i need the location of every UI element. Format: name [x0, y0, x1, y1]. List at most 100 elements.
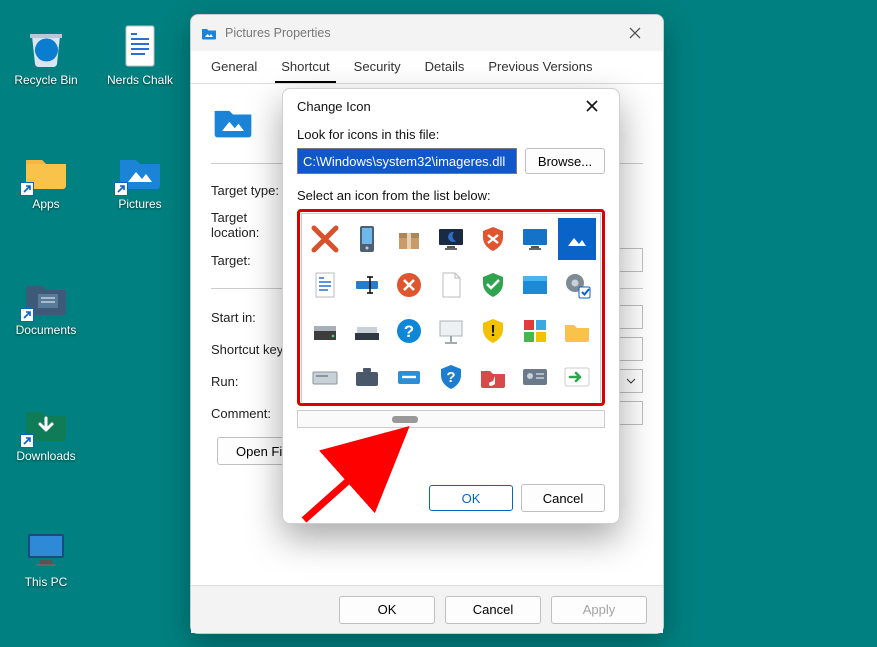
icon-option[interactable]	[390, 218, 428, 260]
monitor-moon-icon	[436, 224, 466, 254]
icon-option[interactable]: ?	[390, 310, 428, 352]
icon-option[interactable]	[558, 218, 596, 260]
desktop-icon-nerds-chalk[interactable]: Nerds Chalk	[98, 22, 182, 88]
drive-icon	[310, 362, 340, 392]
icon-option[interactable]: !	[474, 310, 512, 352]
folder-icon	[562, 316, 592, 346]
shield-warning-yellow-icon: !	[478, 316, 508, 346]
icon-option[interactable]	[348, 264, 386, 306]
tab-general[interactable]: General	[205, 51, 263, 83]
change-icon-ok-button[interactable]: OK	[429, 485, 513, 511]
desktop-icon-label: Documents	[16, 323, 77, 338]
tab-shortcut[interactable]: Shortcut	[275, 51, 335, 83]
svg-text:?: ?	[404, 322, 414, 341]
desktop-icon-downloads[interactable]: Downloads	[4, 398, 88, 464]
properties-footer: OK Cancel Apply	[191, 585, 663, 633]
tab-security[interactable]: Security	[348, 51, 407, 83]
desktop-icon-recycle-bin[interactable]: Recycle Bin	[4, 22, 88, 88]
recycle-bin-icon	[22, 22, 70, 70]
scrollbar-thumb[interactable]	[392, 416, 418, 423]
tab-strip: General Shortcut Security Details Previo…	[191, 51, 663, 84]
icon-option[interactable]	[516, 310, 554, 352]
icon-option[interactable]	[516, 218, 554, 260]
picture-app-icon	[562, 224, 592, 254]
icon-option[interactable]	[390, 264, 428, 306]
icon-option[interactable]	[432, 310, 470, 352]
package-icon	[394, 224, 424, 254]
tab-details[interactable]: Details	[419, 51, 471, 83]
icon-option[interactable]	[348, 310, 386, 352]
hard-drive-icon	[310, 316, 340, 346]
properties-ok-button[interactable]: OK	[339, 596, 435, 624]
monitor-blue-icon	[520, 224, 550, 254]
desktop-icon-label: This PC	[25, 575, 68, 590]
icon-option[interactable]	[432, 218, 470, 260]
desktop-icon-documents[interactable]: Documents	[4, 272, 88, 338]
gear-check-icon	[562, 270, 592, 300]
icon-option[interactable]	[558, 356, 596, 398]
tab-previous-versions[interactable]: Previous Versions	[482, 51, 598, 83]
properties-apply-button[interactable]: Apply	[551, 596, 647, 624]
window-close-button[interactable]	[615, 19, 655, 47]
document-blank-icon	[436, 270, 466, 300]
properties-cancel-button[interactable]: Cancel	[445, 596, 541, 624]
browse-button[interactable]: Browse...	[525, 148, 605, 174]
contact-card-icon	[520, 362, 550, 392]
icon-option[interactable]	[432, 264, 470, 306]
icon-option[interactable]: ?	[432, 356, 470, 398]
icon-option[interactable]	[558, 264, 596, 306]
window-title: Pictures Properties	[225, 26, 331, 40]
icon-option[interactable]	[348, 356, 386, 398]
icon-option[interactable]	[516, 356, 554, 398]
icon-option[interactable]	[306, 356, 344, 398]
svg-text:?: ?	[446, 369, 455, 386]
window-blue-icon	[520, 270, 550, 300]
icon-option[interactable]	[306, 310, 344, 352]
icon-option[interactable]	[558, 310, 596, 352]
desktop-icon-this-pc[interactable]: This PC	[4, 524, 88, 590]
shield-orange-x-icon	[478, 224, 508, 254]
icon-option[interactable]	[474, 356, 512, 398]
desktop-icon-label: Nerds Chalk	[107, 73, 173, 88]
desktop-icon-pictures[interactable]: Pictures	[98, 146, 182, 212]
icon-grid: ? ! ?	[301, 213, 601, 402]
icon-grid-scrollbar[interactable]	[297, 410, 605, 428]
downloads-folder-icon	[22, 398, 70, 446]
change-icon-dialog: Change Icon Look for icons in this file:…	[282, 88, 620, 524]
error-circle-icon	[394, 270, 424, 300]
pictures-folder-icon	[116, 146, 164, 194]
music-folder-icon	[478, 362, 508, 392]
color-blocks-icon	[520, 316, 550, 346]
rename-cursor-icon	[352, 270, 382, 300]
desktop-icon-label: Pictures	[118, 197, 161, 212]
desktop-icon-apps[interactable]: Apps	[4, 146, 88, 212]
shield-check-green-icon	[478, 270, 508, 300]
desktop-icon-label: Apps	[32, 197, 59, 212]
dialog-footer: OK Cancel	[283, 473, 619, 523]
desktop-icon-label: Recycle Bin	[14, 73, 77, 88]
pictures-folder-icon	[211, 98, 255, 142]
icon-option[interactable]	[306, 264, 344, 306]
icon-option[interactable]	[474, 218, 512, 260]
icon-option[interactable]	[474, 264, 512, 306]
icon-option[interactable]	[348, 218, 386, 260]
document-icon	[116, 22, 164, 70]
dialog-titlebar[interactable]: Change Icon	[283, 89, 619, 123]
close-icon	[585, 99, 599, 113]
dialog-title: Change Icon	[297, 99, 371, 114]
folder-icon	[22, 146, 70, 194]
this-pc-icon	[22, 524, 70, 572]
shortcut-arrow-icon	[114, 182, 128, 196]
icon-option[interactable]	[390, 356, 428, 398]
icon-option[interactable]	[516, 264, 554, 306]
close-icon	[628, 26, 642, 40]
annotation-highlight-box: ? ! ?	[297, 209, 605, 406]
dialog-close-button[interactable]	[579, 93, 605, 119]
documents-folder-icon	[22, 272, 70, 320]
icon-option[interactable]	[306, 218, 344, 260]
icon-path-input[interactable]	[297, 148, 517, 174]
help-circle-icon: ?	[394, 316, 424, 346]
pictures-folder-icon	[201, 25, 217, 41]
window-titlebar[interactable]: Pictures Properties	[191, 15, 663, 51]
change-icon-cancel-button[interactable]: Cancel	[521, 484, 605, 512]
